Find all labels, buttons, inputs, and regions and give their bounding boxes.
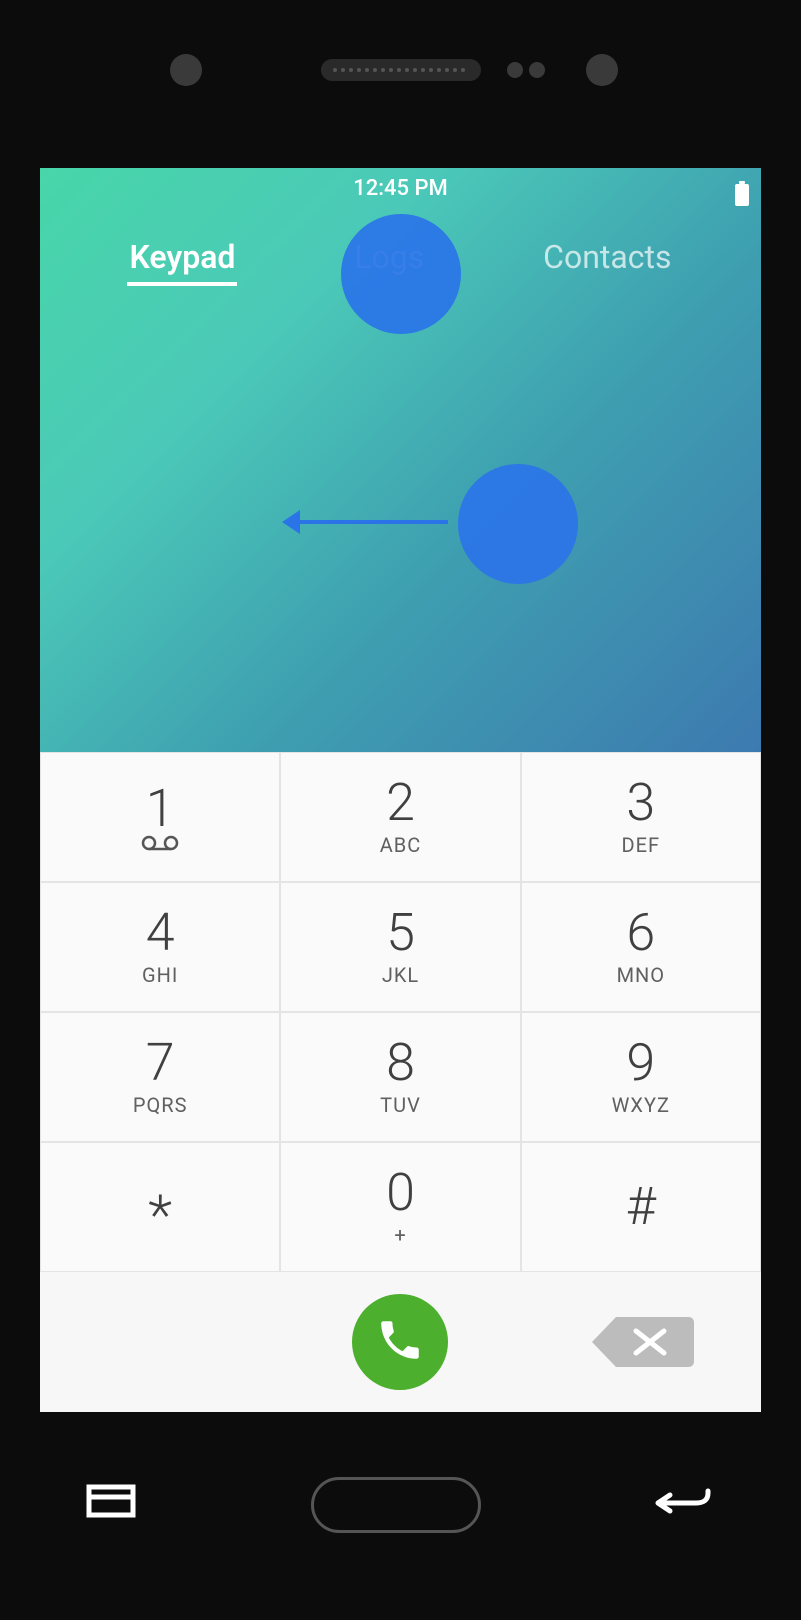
key-3[interactable]: 3 DEF xyxy=(521,752,761,882)
voicemail-icon xyxy=(141,835,179,851)
key-letters: DEF xyxy=(622,833,661,857)
key-letters: WXYZ xyxy=(612,1093,670,1117)
key-letters: TUV xyxy=(380,1093,421,1117)
key-hash[interactable]: # xyxy=(521,1142,761,1272)
backspace-button[interactable] xyxy=(586,1309,696,1375)
dial-keypad: 1 2 ABC 3 DEF 4 GHI 5 JKL xyxy=(40,752,761,1412)
touch-indicator-icon xyxy=(341,214,461,334)
key-4[interactable]: 4 GHI xyxy=(40,882,280,1012)
back-button[interactable] xyxy=(652,1483,716,1527)
key-star[interactable]: * xyxy=(40,1142,280,1272)
earpiece-speaker-icon xyxy=(321,59,481,81)
status-bar: 12:45 PM xyxy=(40,176,761,204)
key-digit: 2 xyxy=(386,777,415,829)
key-letters: JKL xyxy=(382,963,419,987)
status-time: 12:45 PM xyxy=(353,176,448,201)
key-digit: 7 xyxy=(146,1037,175,1089)
front-camera-icon xyxy=(170,54,202,86)
phone-hardware-nav xyxy=(0,1470,801,1540)
battery-icon xyxy=(735,184,749,206)
key-digit: 3 xyxy=(626,777,655,829)
key-letters: ABC xyxy=(380,833,422,857)
touch-indicator-icon xyxy=(458,464,578,584)
key-letters: MNO xyxy=(617,963,666,987)
key-0[interactable]: 0 + xyxy=(280,1142,520,1272)
front-camera-2-icon xyxy=(586,54,618,86)
recent-apps-button[interactable] xyxy=(85,1483,141,1527)
phone-hardware-top xyxy=(0,54,801,86)
swipe-left-arrow-icon xyxy=(298,520,448,524)
key-letters: PQRS xyxy=(133,1093,188,1117)
key-digit: # xyxy=(626,1181,656,1233)
key-7[interactable]: 7 PQRS xyxy=(40,1012,280,1142)
phone-icon xyxy=(375,1315,425,1369)
key-2[interactable]: 2 ABC xyxy=(280,752,520,882)
tab-keypad[interactable]: Keypad xyxy=(127,232,237,286)
key-5[interactable]: 5 JKL xyxy=(280,882,520,1012)
phone-screen: 12:45 PM Keypad Logs Contacts 1 2 ABC xyxy=(40,168,761,1412)
dialer-action-bar xyxy=(40,1272,761,1412)
key-digit: 4 xyxy=(146,907,175,959)
backspace-icon xyxy=(586,1309,696,1375)
key-digit: 9 xyxy=(626,1037,655,1089)
call-button[interactable] xyxy=(352,1294,448,1390)
key-letters: GHI xyxy=(142,963,178,987)
key-1[interactable]: 1 xyxy=(40,752,280,882)
key-9[interactable]: 9 WXYZ xyxy=(521,1012,761,1142)
key-digit: 8 xyxy=(386,1037,415,1089)
key-digit: 1 xyxy=(146,783,175,835)
proximity-sensor-icon xyxy=(507,62,545,78)
tab-contacts[interactable]: Contacts xyxy=(541,232,673,286)
key-6[interactable]: 6 MNO xyxy=(521,882,761,1012)
dialer-upper-panel: 12:45 PM Keypad Logs Contacts xyxy=(40,168,761,752)
key-letters: + xyxy=(394,1223,406,1247)
key-8[interactable]: 8 TUV xyxy=(280,1012,520,1142)
home-button[interactable] xyxy=(311,1477,481,1533)
key-digit: 0 xyxy=(386,1167,415,1219)
key-digit: * xyxy=(148,1199,172,1233)
key-digit: 6 xyxy=(626,907,655,959)
key-digit: 5 xyxy=(386,907,415,959)
